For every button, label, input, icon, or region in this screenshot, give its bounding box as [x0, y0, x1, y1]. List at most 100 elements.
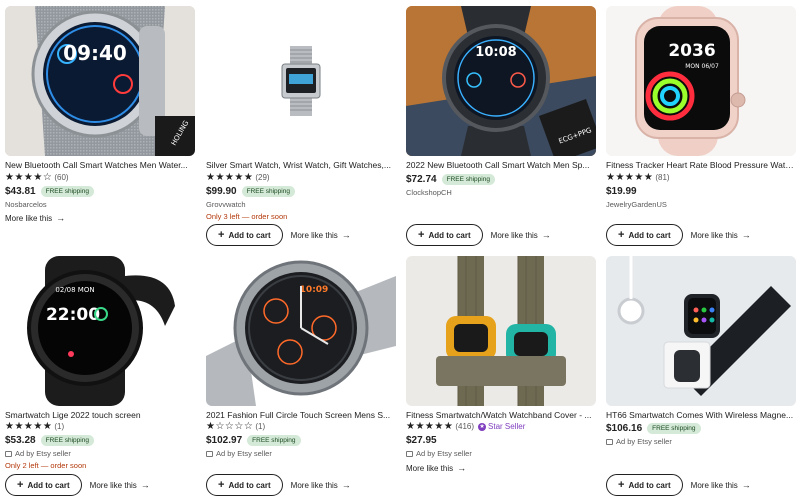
- price: $102.97: [206, 435, 243, 446]
- more-like-this-link[interactable]: More like this →: [491, 230, 551, 240]
- product-image[interactable]: 09:40 HOLING: [5, 6, 195, 156]
- more-like-this-link[interactable]: More like this →: [291, 480, 351, 490]
- rating: ★★★★☆ (60): [5, 172, 69, 183]
- free-shipping-badge: FREE shipping: [241, 186, 295, 197]
- card-actions: + Add to cart More like this →: [606, 224, 751, 246]
- product-image[interactable]: 02/08 MON 22:00: [5, 256, 195, 406]
- ad-icon: [406, 450, 413, 457]
- add-to-cart-button[interactable]: + Add to cart: [206, 224, 283, 246]
- watch-face-time: 10:09: [300, 285, 329, 295]
- card-actions: + Add to cart More like this →: [206, 224, 351, 246]
- shop-name[interactable]: Grovvwatch: [206, 200, 246, 209]
- arrow-right-icon: →: [741, 480, 751, 490]
- add-to-cart-button[interactable]: + Add to cart: [406, 224, 483, 246]
- product-title[interactable]: Fitness Tracker Heart Rate Blood Pressur…: [606, 160, 796, 171]
- watch-face-date: MON 06/07: [685, 63, 719, 70]
- star-rating-icon: ★☆☆☆☆: [206, 420, 254, 432]
- price-row: $53.28 FREE shipping: [5, 434, 94, 447]
- ad-label: Ad by Etsy seller: [5, 449, 71, 458]
- more-like-this-link[interactable]: More like this →: [406, 463, 466, 473]
- arrow-right-icon: →: [541, 230, 551, 240]
- arrow-right-icon: →: [341, 230, 351, 240]
- price-row: $27.95: [406, 434, 437, 447]
- card-actions: + Add to cart More like this →: [606, 474, 751, 496]
- rating: ★★★★★ (29): [206, 172, 270, 183]
- price-row: $106.16 FREE shipping: [606, 422, 701, 435]
- ad-icon: [606, 438, 613, 445]
- ad-label: Ad by Etsy seller: [206, 449, 272, 458]
- ad-icon: [206, 450, 213, 457]
- product-title[interactable]: 2022 New Bluetooth Call Smart Watch Men …: [406, 160, 596, 171]
- rating: ★★★★★ (1): [5, 421, 64, 432]
- arrow-right-icon: →: [741, 230, 751, 240]
- price-row: $102.97 FREE shipping: [206, 434, 301, 447]
- watch-face-time: 22:00: [46, 305, 100, 325]
- arrow-right-icon: →: [341, 480, 351, 490]
- plus-icon: +: [618, 479, 625, 491]
- product-image[interactable]: 10:08 ECG+PPG: [406, 6, 596, 156]
- star-seller-badge-icon: ★: [478, 422, 487, 431]
- arrow-right-icon: →: [56, 213, 66, 223]
- free-shipping-badge: FREE shipping: [40, 435, 94, 446]
- product-title[interactable]: Smartwatch Lige 2022 touch screen: [5, 410, 195, 421]
- more-like-this-link[interactable]: More like this →: [291, 230, 351, 240]
- card-actions: + Add to cart More like this →: [206, 474, 351, 496]
- product-image[interactable]: [206, 6, 396, 156]
- price: $43.81: [5, 186, 36, 197]
- more-like-this-link[interactable]: More like this →: [691, 480, 751, 490]
- star-rating-icon: ★★★★★: [206, 171, 254, 183]
- price: $27.95: [406, 435, 437, 446]
- watch-face-date: 02/08 MON: [55, 286, 94, 294]
- product-image[interactable]: [406, 256, 596, 406]
- low-stock-warning: Only 3 left — order soon: [206, 212, 288, 221]
- plus-icon: +: [218, 229, 225, 241]
- shop-name[interactable]: JewelryGardenUS: [606, 200, 667, 209]
- arrow-right-icon: →: [140, 480, 150, 490]
- star-rating-icon: ★★★★☆: [5, 171, 53, 183]
- free-shipping-badge: FREE shipping: [441, 174, 495, 185]
- product-image[interactable]: 2036 MON 06/07: [606, 6, 796, 156]
- product-title[interactable]: 2021 Fashion Full Circle Touch Screen Me…: [206, 410, 396, 421]
- price: $19.99: [606, 186, 637, 197]
- more-like-this-link[interactable]: More like this →: [90, 480, 150, 490]
- price-row: $99.90 FREE shipping: [206, 185, 295, 198]
- watch-face-time: 2036: [668, 41, 715, 61]
- more-like-this-link[interactable]: More like this →: [691, 230, 751, 240]
- review-count: (1): [54, 422, 65, 431]
- card-actions: + Add to cart More like this →: [5, 474, 150, 496]
- product-title[interactable]: New Bluetooth Call Smart Watches Men Wat…: [5, 160, 195, 171]
- price-row: $43.81 FREE shipping: [5, 185, 94, 198]
- review-count: (29): [255, 173, 270, 182]
- star-rating-icon: ★★★★★: [606, 171, 654, 183]
- ad-label: Ad by Etsy seller: [406, 449, 472, 458]
- price: $99.90: [206, 186, 237, 197]
- product-image[interactable]: 10:09: [206, 256, 396, 406]
- price-row: $19.99: [606, 185, 637, 198]
- star-rating-icon: ★★★★★: [5, 420, 53, 432]
- ad-label: Ad by Etsy seller: [606, 437, 672, 446]
- shop-name[interactable]: Nosbarcelos: [5, 200, 47, 209]
- add-to-cart-button[interactable]: + Add to cart: [606, 224, 683, 246]
- plus-icon: +: [17, 479, 24, 491]
- free-shipping-badge: FREE shipping: [247, 435, 301, 446]
- price-row: $72.74 FREE shipping: [406, 173, 495, 186]
- plus-icon: +: [218, 479, 225, 491]
- rating: ★★★★★ (81): [606, 172, 670, 183]
- product-title[interactable]: Silver Smart Watch, Wrist Watch, Gift Wa…: [206, 160, 396, 171]
- free-shipping-badge: FREE shipping: [647, 423, 701, 434]
- product-title[interactable]: Fitness Smartwatch/Watch Watchband Cover…: [406, 410, 596, 421]
- product-title[interactable]: HT66 Smartwatch Comes With Wireless Magn…: [606, 410, 796, 421]
- add-to-cart-button[interactable]: + Add to cart: [5, 474, 82, 496]
- product-image[interactable]: [606, 256, 796, 406]
- price: $72.74: [406, 174, 437, 185]
- more-like-this-link[interactable]: More like this →: [5, 213, 65, 223]
- review-count: (416): [455, 422, 475, 431]
- watch-face-time: 09:40: [63, 41, 127, 65]
- review-count: (81): [655, 173, 670, 182]
- shop-name[interactable]: ClockshopCH: [406, 188, 452, 197]
- ad-icon: [5, 450, 12, 457]
- card-actions: + Add to cart More like this →: [406, 224, 551, 246]
- add-to-cart-button[interactable]: + Add to cart: [606, 474, 683, 496]
- review-count: (60): [54, 173, 69, 182]
- add-to-cart-button[interactable]: + Add to cart: [206, 474, 283, 496]
